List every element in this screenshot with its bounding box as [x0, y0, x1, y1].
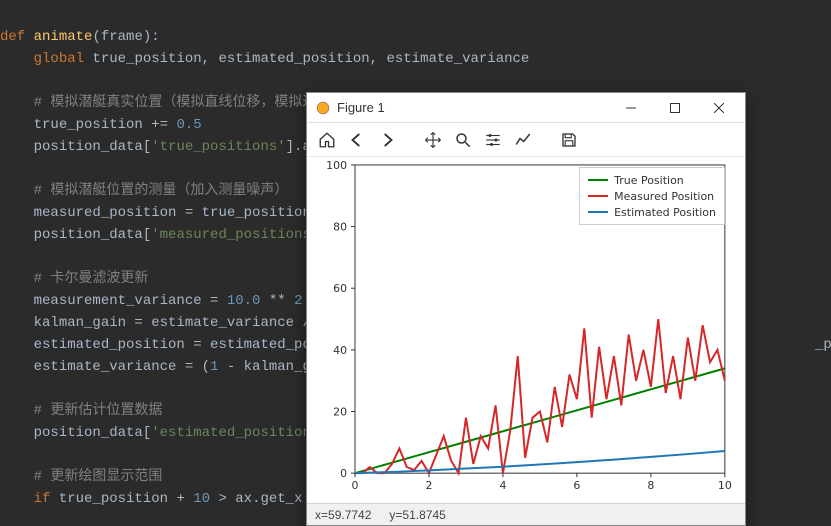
number: 10 — [193, 491, 210, 507]
maximize-button[interactable] — [653, 94, 697, 122]
keyword-if: if — [34, 491, 51, 507]
code-text: true_position += — [34, 117, 177, 133]
svg-text:4: 4 — [499, 479, 506, 492]
svg-text:100: 100 — [326, 159, 347, 172]
code-text: measured_position = true_position — [34, 205, 311, 221]
comment: # 更新绘图显示范围 — [34, 469, 163, 485]
forward-button[interactable] — [373, 126, 401, 154]
number: 0.5 — [176, 117, 201, 133]
string: 'estimated_position — [151, 425, 311, 441]
code-text: position_data[ — [34, 139, 152, 155]
svg-text:8: 8 — [647, 479, 654, 492]
code-text: true_position + — [50, 491, 193, 507]
keyword-global: global — [34, 51, 84, 67]
window-controls — [609, 94, 741, 122]
app-icon — [315, 100, 331, 116]
code-text: > ax.get_x — [210, 491, 302, 507]
function-name: animate — [34, 29, 93, 45]
line-chart-icon — [514, 131, 532, 149]
back-button[interactable] — [343, 126, 371, 154]
sliders-icon — [484, 131, 502, 149]
pan-button[interactable] — [419, 126, 447, 154]
magnify-icon — [454, 131, 472, 149]
configure-button[interactable] — [479, 126, 507, 154]
number: 2 — [294, 293, 302, 309]
string: 'measured_positions — [151, 227, 311, 243]
statusbar: x=59.7742 y=51.8745 — [307, 503, 745, 525]
code-text: position_data[ — [34, 227, 152, 243]
code-text: estimated_position = estimated_po — [34, 337, 311, 353]
legend: True Position Measured Position Estimate… — [579, 167, 725, 225]
legend-item-estimated: Estimated Position — [588, 204, 716, 220]
param: frame — [101, 29, 143, 45]
legend-label: Measured Position — [614, 190, 714, 203]
string: 'true_positions' — [151, 139, 285, 155]
comment: # 模拟潜艇位置的测量（加入测量噪声） — [34, 183, 289, 199]
legend-swatch — [588, 211, 608, 213]
legend-swatch — [588, 179, 608, 181]
status-x: x=59.7742 — [315, 508, 371, 522]
legend-item-true: True Position — [588, 172, 716, 188]
plot-area[interactable]: 0246810020406080100 True Position Measur… — [307, 157, 745, 503]
svg-text:20: 20 — [333, 406, 347, 419]
close-icon — [714, 103, 724, 113]
keyword-def: def — [0, 29, 25, 45]
code-text: measurement_variance = — [34, 293, 227, 309]
code-text: true_position, estimated_position, estim… — [84, 51, 529, 67]
svg-text:40: 40 — [333, 344, 347, 357]
code-text: kalman_gain = estimate_variance / — [34, 315, 311, 331]
comment: # 卡尔曼滤波更新 — [34, 271, 149, 287]
svg-text:10: 10 — [718, 479, 732, 492]
svg-text:2: 2 — [425, 479, 432, 492]
save-icon — [560, 131, 578, 149]
number: 10.0 — [227, 293, 261, 309]
code-text: - kalman_g — [218, 359, 310, 375]
figure-window[interactable]: Figure 1 — [306, 92, 746, 526]
svg-text:80: 80 — [333, 221, 347, 234]
close-button[interactable] — [697, 94, 741, 122]
home-button[interactable] — [313, 126, 341, 154]
code-text: estimate_variance = ( — [34, 359, 210, 375]
arrow-left-icon — [348, 131, 366, 149]
move-icon — [424, 131, 442, 149]
minimize-button[interactable] — [609, 94, 653, 122]
home-icon — [318, 131, 336, 149]
zoom-button[interactable] — [449, 126, 477, 154]
code-text: position_data[ — [34, 425, 152, 441]
svg-text:0: 0 — [352, 479, 359, 492]
save-button[interactable] — [555, 126, 583, 154]
arrow-right-icon — [378, 131, 396, 149]
legend-swatch — [588, 195, 608, 197]
svg-text:0: 0 — [340, 467, 347, 480]
mpl-toolbar — [307, 123, 745, 157]
status-y: y=51.8745 — [389, 508, 445, 522]
window-title: Figure 1 — [337, 100, 609, 115]
legend-item-measured: Measured Position — [588, 188, 716, 204]
svg-text:60: 60 — [333, 282, 347, 295]
titlebar[interactable]: Figure 1 — [307, 93, 745, 123]
edit-button[interactable] — [509, 126, 537, 154]
comment: # 更新估计位置数据 — [34, 403, 163, 419]
maximize-icon — [670, 103, 680, 113]
svg-text:6: 6 — [573, 479, 580, 492]
code-text: _position) — [815, 337, 831, 353]
code-text: ** — [260, 293, 294, 309]
legend-label: Estimated Position — [614, 206, 716, 219]
legend-label: True Position — [614, 174, 684, 187]
minimize-icon — [626, 103, 636, 113]
